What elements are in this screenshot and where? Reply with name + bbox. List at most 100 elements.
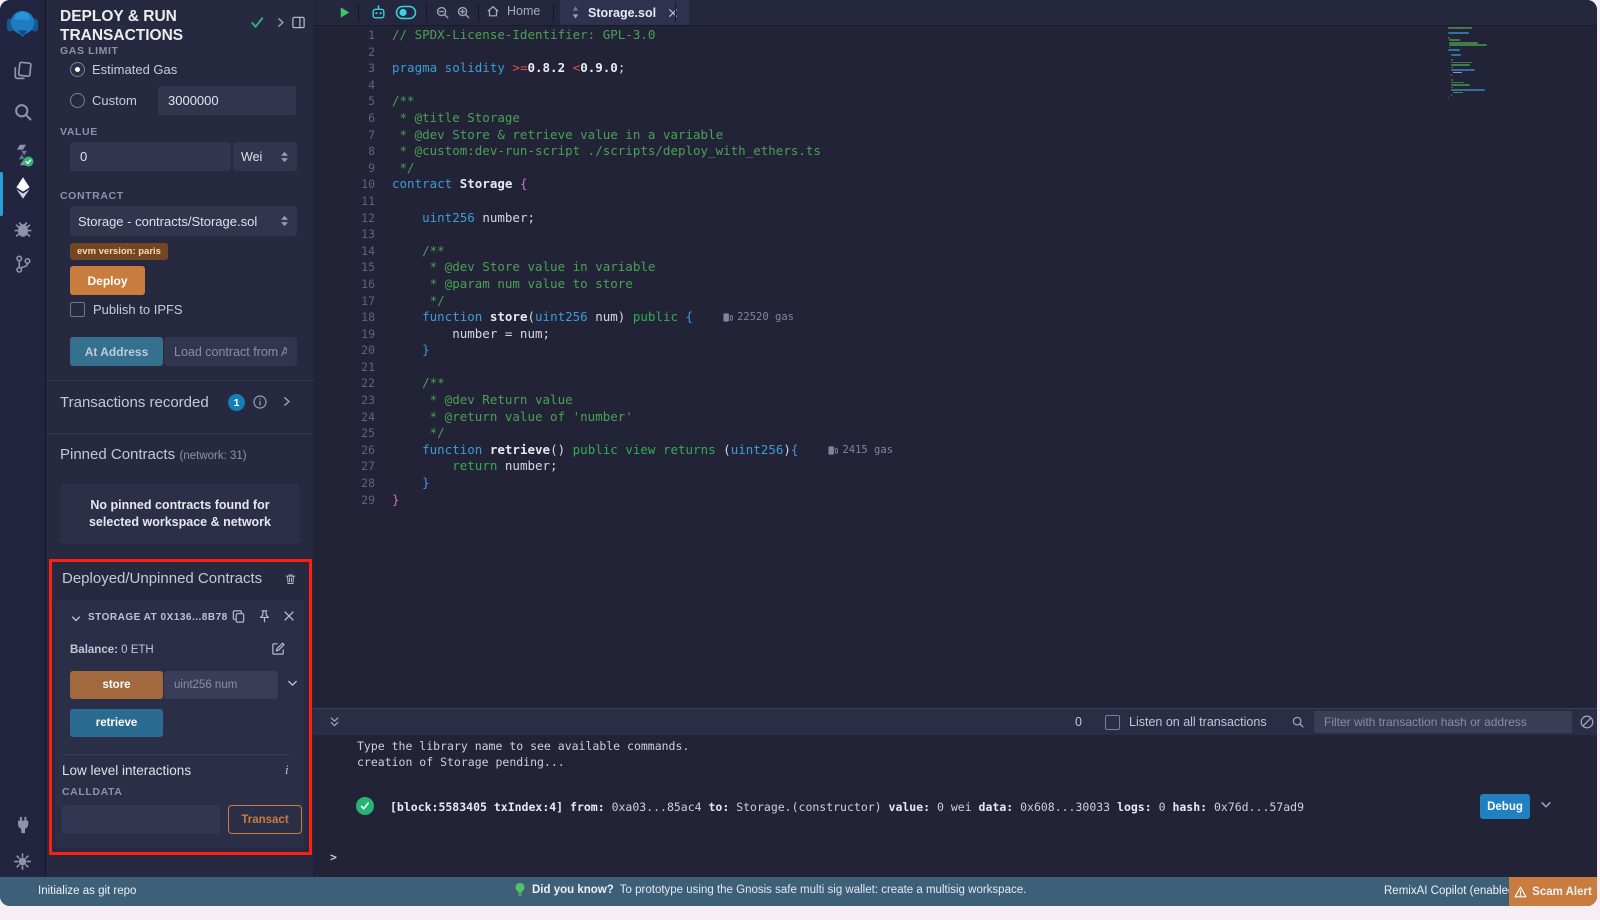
code-line: 17 */ bbox=[353, 293, 893, 310]
run-script-icon[interactable] bbox=[337, 5, 352, 20]
transact-button[interactable]: Transact bbox=[228, 805, 302, 834]
tx-log-line[interactable]: [block:5583405 txIndex:4] from: 0xa03...… bbox=[390, 800, 1304, 814]
value-unit-select[interactable]: Wei bbox=[233, 142, 297, 171]
filter-transactions-input[interactable] bbox=[1314, 711, 1572, 733]
terminal-prompt[interactable]: > bbox=[330, 850, 337, 864]
expand-store-icon[interactable] bbox=[286, 677, 299, 690]
ai-robot-icon[interactable] bbox=[370, 4, 387, 21]
chevron-right-icon[interactable] bbox=[274, 16, 287, 29]
listen-count: 0 bbox=[1075, 715, 1082, 729]
code-line: 29} bbox=[353, 492, 893, 509]
settings-icon[interactable] bbox=[0, 852, 45, 871]
at-address-input[interactable] bbox=[164, 337, 297, 366]
terminal-search-icon[interactable] bbox=[1291, 715, 1305, 729]
contract-label: CONTRACT bbox=[60, 190, 124, 202]
plugin-manager-icon[interactable] bbox=[0, 815, 45, 835]
file-explorer-icon[interactable] bbox=[0, 60, 45, 81]
scam-alert-button[interactable]: Scam Alert bbox=[1509, 877, 1597, 906]
code-line: 28 } bbox=[353, 475, 893, 492]
code-line: 1// SPDX-License-Identifier: GPL-3.0 bbox=[353, 27, 893, 44]
publish-ipfs-checkbox[interactable] bbox=[70, 302, 85, 317]
code-line: 27 return number; bbox=[353, 458, 893, 475]
deploy-run-icon[interactable] bbox=[0, 176, 45, 200]
copy-icon[interactable] bbox=[231, 609, 246, 624]
code-line: 12 uint256 number; bbox=[353, 210, 893, 227]
custom-gas-radio[interactable] bbox=[70, 93, 85, 108]
pin-panel-icon[interactable] bbox=[291, 15, 306, 30]
code-line: 24 * @return value of 'number' bbox=[353, 409, 893, 426]
tip-bold: Did you know? bbox=[532, 884, 614, 896]
source-control-icon[interactable] bbox=[0, 254, 45, 274]
deploy-run-panel: DEPLOY & RUN TRANSACTIONS GAS LIMIT Esti… bbox=[46, 0, 313, 877]
tab-storage-sol[interactable]: Storage.sol bbox=[560, 0, 689, 25]
transactions-count-badge: 1 bbox=[228, 394, 245, 411]
code-line: 15 * @dev Store value in variable bbox=[353, 259, 893, 276]
git-init-button[interactable]: Initialize as git repo bbox=[38, 885, 136, 897]
code-line: 19 number = num; bbox=[353, 326, 893, 343]
copilot-status[interactable]: RemixAI Copilot (enabled) bbox=[1384, 885, 1518, 897]
evm-version-badge: evm version: paris bbox=[70, 243, 168, 260]
pinned-empty-message: No pinned contracts found for selected w… bbox=[60, 484, 300, 544]
tx-success-icon bbox=[356, 797, 374, 815]
custom-gas-input[interactable] bbox=[158, 86, 296, 115]
remix-window: DEPLOY & RUN TRANSACTIONS GAS LIMIT Esti… bbox=[0, 0, 1597, 906]
code-line: 25 */ bbox=[353, 425, 893, 442]
store-button[interactable]: store bbox=[70, 671, 163, 699]
pinned-contracts-title: Pinned Contracts bbox=[60, 446, 175, 463]
code-line: 13 bbox=[353, 226, 893, 243]
at-address-button[interactable]: At Address bbox=[70, 337, 163, 366]
collapse-terminal-icon[interactable] bbox=[328, 715, 341, 729]
value-input[interactable] bbox=[70, 142, 231, 171]
divider bbox=[46, 433, 313, 434]
deploy-button[interactable]: Deploy bbox=[70, 266, 145, 295]
panel-title: DEPLOY & RUN TRANSACTIONS bbox=[60, 7, 183, 45]
calldata-input[interactable] bbox=[62, 805, 220, 834]
code-line: 2 bbox=[353, 44, 893, 61]
clear-terminal-icon[interactable] bbox=[1579, 714, 1595, 730]
debug-button[interactable]: Debug bbox=[1480, 794, 1530, 819]
estimated-gas-radio[interactable] bbox=[70, 62, 85, 77]
info-icon[interactable] bbox=[252, 394, 268, 410]
lightbulb-icon bbox=[514, 882, 526, 898]
code-line: 21 bbox=[353, 359, 893, 376]
listen-all-checkbox[interactable] bbox=[1105, 715, 1120, 730]
value-unit-label: Wei bbox=[241, 150, 262, 164]
lowlevel-title: Low level interactions bbox=[62, 763, 191, 778]
collapse-contract-icon[interactable] bbox=[70, 613, 82, 625]
zoom-in-icon[interactable] bbox=[456, 5, 471, 20]
zoom-out-icon[interactable] bbox=[435, 5, 450, 20]
code-line: 18 function store(uint256 num) public {2… bbox=[353, 309, 893, 326]
trash-icon[interactable] bbox=[284, 572, 297, 586]
copilot-toggle[interactable] bbox=[395, 5, 417, 20]
tab-home[interactable]: Home bbox=[486, 4, 540, 18]
balance-row: Balance: 0 ETH bbox=[70, 644, 154, 656]
close-contract-icon[interactable] bbox=[282, 609, 296, 623]
editor-minimap[interactable] bbox=[1448, 27, 1520, 99]
search-icon[interactable] bbox=[0, 102, 45, 122]
balance-label: Balance: bbox=[70, 644, 118, 656]
statusbar: Initialize as git repo Did you know? To … bbox=[0, 877, 1597, 906]
store-arg-input[interactable] bbox=[164, 671, 278, 699]
close-tab-icon[interactable] bbox=[667, 7, 679, 19]
retrieve-button[interactable]: retrieve bbox=[70, 709, 163, 737]
lowlevel-info-icon[interactable]: i bbox=[285, 762, 289, 778]
debugger-icon[interactable] bbox=[0, 219, 45, 239]
contract-select[interactable]: Storage - contracts/Storage.sol bbox=[70, 206, 297, 236]
pin-contract-icon[interactable] bbox=[257, 609, 272, 624]
code-line: 5/** bbox=[353, 93, 893, 110]
expand-transactions-icon[interactable] bbox=[280, 395, 293, 408]
code-line: 7 * @dev Store & retrieve value in a var… bbox=[353, 127, 893, 144]
warning-icon bbox=[1514, 886, 1527, 898]
edit-balance-icon[interactable] bbox=[271, 641, 286, 656]
remix-logo[interactable] bbox=[0, 7, 45, 42]
terminal[interactable]: Type the library name to see available c… bbox=[313, 735, 1597, 877]
scam-alert-label: Scam Alert bbox=[1532, 886, 1592, 898]
terminal-toolbar: 0 Listen on all transactions bbox=[313, 708, 1597, 736]
expand-tx-icon[interactable] bbox=[1539, 798, 1553, 812]
home-icon bbox=[486, 4, 500, 18]
code-line: 10contract Storage { bbox=[353, 176, 893, 193]
divider bbox=[46, 380, 313, 381]
solidity-compiler-icon[interactable] bbox=[0, 143, 45, 167]
code-editor[interactable]: 1// SPDX-License-Identifier: GPL-3.023pr… bbox=[353, 27, 893, 508]
terminal-line: creation of Storage pending... bbox=[357, 755, 565, 769]
